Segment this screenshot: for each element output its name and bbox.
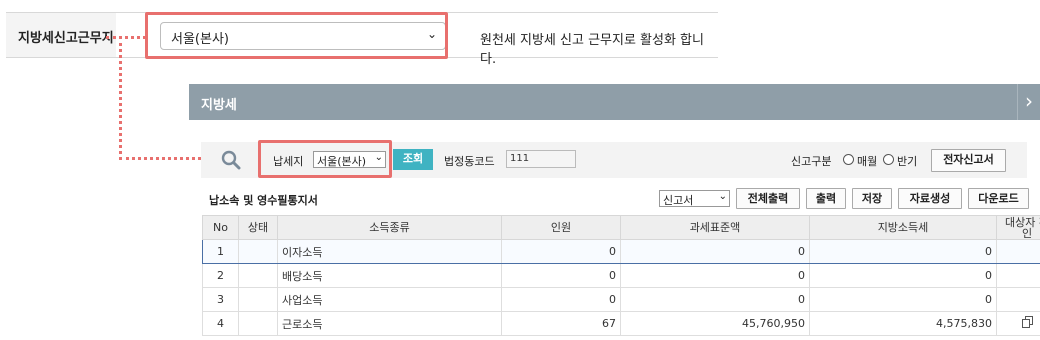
table-row[interactable]: 3 사업소득 0 0 0 xyxy=(202,287,1040,312)
label-cell: 지방세신고근무지 xyxy=(6,13,116,57)
row-count: 0 xyxy=(501,239,621,264)
col-count[interactable]: 인원 xyxy=(501,215,621,240)
row-status xyxy=(238,263,278,288)
highlight-top-select xyxy=(145,12,448,59)
search-icon[interactable] xyxy=(221,150,241,170)
row-tax-base: 45,760,950 xyxy=(620,311,810,336)
local-tax-table: No 상태 소득종류 인원 과세표준액 지방소득세 대상자 확인 1 이자소득 … xyxy=(202,215,1040,336)
collapse-chevron-icon[interactable]: › xyxy=(1017,84,1040,120)
table-row[interactable]: 2 배당소득 0 0 0 xyxy=(202,263,1040,288)
row-status xyxy=(238,239,278,264)
section-title: 납소속 및 영수필통지서 xyxy=(209,194,318,207)
radio-half-year-label: 반기 xyxy=(897,155,918,168)
row-income-type: 사업소득 xyxy=(277,287,502,312)
row-count: 0 xyxy=(501,287,621,312)
generate-data-button[interactable]: 자료생성 xyxy=(898,188,962,209)
panel-header: 지방세 xyxy=(189,84,1029,120)
row-no: 1 xyxy=(202,239,239,264)
col-target-check[interactable]: 대상자 확인 xyxy=(996,215,1040,240)
row-tax-base: 0 xyxy=(620,263,810,288)
row-count: 0 xyxy=(501,263,621,288)
row-income-type: 근로소득 xyxy=(277,311,502,336)
local-tax-panel: 지방세 › 납세지 서울(본사) ⌄ 조회 법정동코드 111 신고구분 매월 … xyxy=(189,84,1040,340)
chevron-down-icon: ⌄ xyxy=(718,191,727,202)
radio-half-year[interactable] xyxy=(883,154,894,165)
query-button[interactable]: 조회 xyxy=(393,149,433,170)
connector-line xyxy=(119,36,122,160)
print-button[interactable]: 출력 xyxy=(806,188,846,209)
save-button[interactable]: 저장 xyxy=(852,188,892,209)
legal-dong-code-input[interactable]: 111 xyxy=(506,150,576,168)
row-status xyxy=(238,311,278,336)
col-status[interactable]: 상태 xyxy=(238,215,278,240)
row-no: 2 xyxy=(202,263,239,288)
col-local-income-tax[interactable]: 지방소득세 xyxy=(809,215,997,240)
e-filing-button[interactable]: 전자신고서 xyxy=(931,149,1006,172)
local-tax-workplace-label: 지방세신고근무지 xyxy=(18,31,114,46)
report-type-label: 신고구분 xyxy=(791,155,832,168)
document-type-value: 신고서 xyxy=(663,194,694,207)
table-row[interactable]: 1 이자소득 0 0 0 xyxy=(202,239,1040,264)
radio-monthly-label: 매월 xyxy=(857,155,878,168)
col-income-type[interactable]: 소득종류 xyxy=(277,215,502,240)
row-local-tax: 0 xyxy=(809,263,997,288)
legal-dong-code-label: 법정동코드 xyxy=(444,155,495,168)
col-no[interactable]: No xyxy=(202,215,239,240)
row-status xyxy=(238,287,278,312)
row-tax-base: 0 xyxy=(620,287,810,312)
row-check xyxy=(996,239,1040,264)
row-local-tax: 0 xyxy=(809,287,997,312)
row-no: 4 xyxy=(202,311,239,336)
row-tax-base: 0 xyxy=(620,239,810,264)
panel-title: 지방세 xyxy=(201,98,237,113)
row-check xyxy=(996,263,1040,288)
radio-monthly[interactable] xyxy=(843,154,854,165)
row-local-tax: 4,575,830 xyxy=(809,311,997,336)
table-row[interactable]: 4 근로소득 67 45,760,950 4,575,830 xyxy=(202,311,1040,336)
row-local-tax: 0 xyxy=(809,239,997,264)
row-income-type: 배당소득 xyxy=(277,263,502,288)
connector-line xyxy=(106,36,146,39)
copy-icon[interactable] xyxy=(1021,316,1033,328)
print-all-button[interactable]: 전체출력 xyxy=(736,188,800,209)
highlight-tax-place xyxy=(258,140,392,178)
document-type-select[interactable]: 신고서 ⌄ xyxy=(659,190,730,207)
row-check xyxy=(996,287,1040,312)
table-header-row: No 상태 소득종류 인원 과세표준액 지방소득세 대상자 확인 xyxy=(202,215,1040,240)
row-income-type: 이자소득 xyxy=(277,239,502,264)
row-check[interactable] xyxy=(996,311,1040,336)
row-count: 67 xyxy=(501,311,621,336)
row-no: 3 xyxy=(202,287,239,312)
download-button[interactable]: 다운로드 xyxy=(968,188,1029,209)
col-tax-base[interactable]: 과세표준액 xyxy=(620,215,810,240)
setting-description: 원천세 지방세 신고 근무지로 활성화 합니다. xyxy=(480,33,704,67)
